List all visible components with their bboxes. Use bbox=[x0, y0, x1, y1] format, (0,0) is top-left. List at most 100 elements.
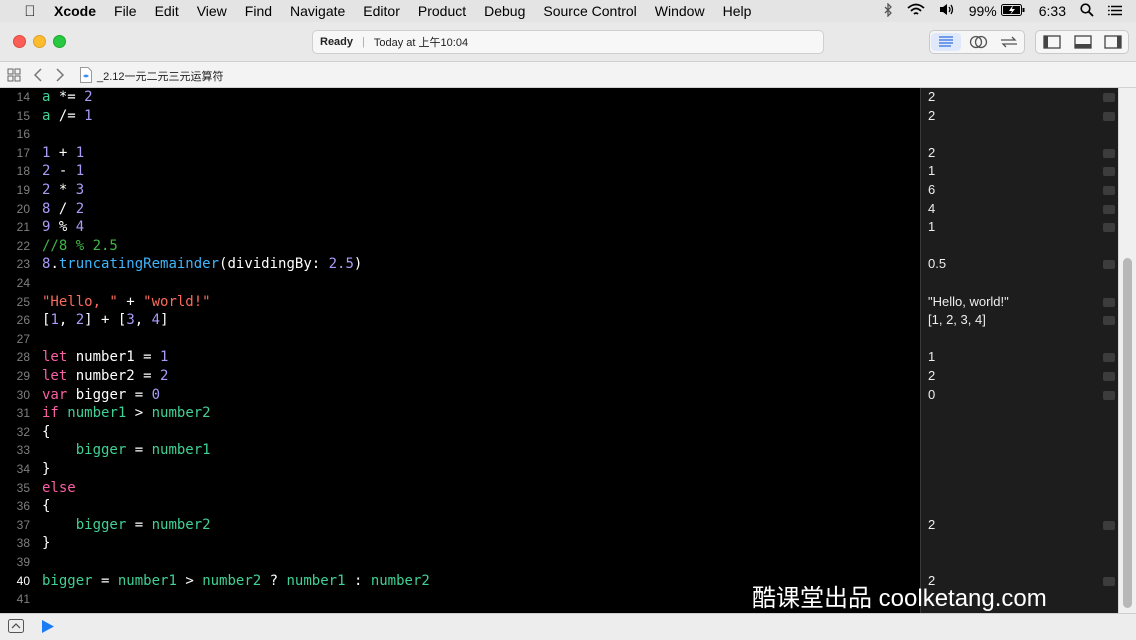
battery-icon[interactable] bbox=[1000, 3, 1025, 19]
debug-area-icon[interactable] bbox=[1068, 33, 1098, 51]
menu-navigate[interactable]: Navigate bbox=[290, 3, 345, 19]
wifi-icon[interactable] bbox=[907, 3, 925, 19]
close-window-button[interactable] bbox=[13, 35, 26, 48]
code-line[interactable]: 32 { bbox=[0, 423, 920, 441]
editor-scrollbar[interactable] bbox=[1118, 88, 1136, 613]
menu-product[interactable]: Product bbox=[418, 3, 466, 19]
scrollbar-thumb[interactable] bbox=[1123, 258, 1132, 608]
code-line[interactable]: 35 else bbox=[0, 479, 920, 497]
token-identifier: number2 bbox=[151, 516, 211, 533]
quick-look-button[interactable] bbox=[1103, 297, 1115, 307]
result-value: 1 bbox=[928, 163, 936, 179]
back-chevron-icon[interactable] bbox=[33, 68, 43, 85]
code-line[interactable]: 14 a *= 2 bbox=[0, 88, 920, 106]
menu-app-name[interactable]: Xcode bbox=[54, 3, 96, 19]
menu-file[interactable]: File bbox=[114, 3, 137, 19]
menu-source-control[interactable]: Source Control bbox=[543, 3, 636, 19]
panel-segmented-control bbox=[1035, 30, 1129, 54]
quick-look-button[interactable] bbox=[1103, 111, 1115, 121]
token-number: 3 bbox=[126, 312, 135, 329]
code-line[interactable]: 34} bbox=[0, 460, 920, 478]
line-number: 28 bbox=[16, 350, 30, 365]
quick-look-button[interactable] bbox=[1103, 520, 1115, 530]
code-line[interactable]: 39 bbox=[0, 553, 920, 571]
code-line[interactable]: 23 8.truncatingRemainder(dividingBy: 2.5) bbox=[0, 255, 920, 273]
code-text: let number2 = 2 bbox=[42, 367, 168, 385]
menu-editor[interactable]: Editor bbox=[363, 3, 400, 19]
search-icon[interactable] bbox=[1080, 2, 1094, 20]
line-number: 25 bbox=[16, 294, 30, 309]
token-plain: *= bbox=[50, 89, 85, 105]
menu-window[interactable]: Window bbox=[655, 3, 705, 19]
version-editor-icon[interactable] bbox=[994, 33, 1024, 51]
token-comment: //8 % 2.5 bbox=[42, 237, 118, 254]
code-line[interactable]: 17 1 + 1 bbox=[0, 144, 920, 162]
quick-look-button[interactable] bbox=[1103, 390, 1115, 400]
bluetooth-icon[interactable] bbox=[883, 1, 893, 20]
quick-look-button[interactable] bbox=[1103, 186, 1115, 195]
quick-look-button[interactable] bbox=[1103, 260, 1115, 270]
minimize-window-button[interactable] bbox=[33, 35, 46, 48]
zoom-window-button[interactable] bbox=[53, 35, 66, 48]
code-line[interactable]: 30 var bigger = 0 bbox=[0, 386, 920, 404]
code-line[interactable]: 20 8 / 2 bbox=[0, 200, 920, 218]
code-line[interactable]: 21 9 % 4 bbox=[0, 218, 920, 236]
assistant-editor-icon[interactable] bbox=[963, 33, 993, 51]
quick-look-button[interactable] bbox=[1103, 372, 1115, 381]
code-line[interactable]: 25 "Hello, " + "world!" bbox=[0, 293, 920, 311]
breadcrumb-file[interactable]: _2.12一元二元三元运算符 bbox=[97, 68, 224, 84]
token-plain: ? bbox=[261, 572, 287, 589]
token-number: 1 bbox=[75, 144, 85, 161]
code-line[interactable]: 31 if number1 > number2 bbox=[0, 404, 920, 422]
code-line[interactable]: 28 let number1 = 1 bbox=[0, 348, 920, 366]
menu-debug[interactable]: Debug bbox=[484, 3, 525, 19]
utilities-panel-icon[interactable] bbox=[1098, 33, 1128, 51]
quick-look-button[interactable] bbox=[1103, 316, 1115, 326]
window-toolbar: Ready | Today at 上午10:04 bbox=[0, 22, 1136, 62]
token-plain: * bbox=[50, 182, 76, 198]
code-line[interactable]: 22 //8 % 2.5 bbox=[0, 237, 920, 255]
code-line[interactable]: 37 bigger = number2 bbox=[0, 516, 920, 534]
menu-find[interactable]: Find bbox=[245, 3, 272, 19]
source-editor[interactable]: 14 a *= 2 15 a /= 1 16 17 1 + 1 18 2 - 1 19 2 * 32… bbox=[0, 88, 920, 613]
quick-look-button[interactable] bbox=[1103, 576, 1115, 586]
menu-edit[interactable]: Edit bbox=[155, 3, 179, 19]
code-line[interactable]: 15 a /= 1 bbox=[0, 107, 920, 125]
quick-look-button[interactable] bbox=[1103, 353, 1115, 363]
line-number: 27 bbox=[16, 331, 30, 346]
token-identifier: number1 bbox=[286, 572, 346, 589]
code-line[interactable]: 26 [1, 2] + [3, 4] bbox=[0, 311, 920, 329]
menu-view[interactable]: View bbox=[197, 3, 227, 19]
forward-chevron-icon[interactable] bbox=[55, 68, 65, 85]
code-line[interactable]: 24 bbox=[0, 274, 920, 292]
token-plain: + bbox=[117, 293, 144, 310]
navigator-panel-icon[interactable] bbox=[1037, 33, 1067, 51]
quick-look-button[interactable] bbox=[1103, 204, 1115, 214]
quick-look-button[interactable] bbox=[1103, 223, 1115, 233]
code-line[interactable]: 27 bbox=[0, 330, 920, 348]
code-line[interactable]: 29 let number2 = 2 bbox=[0, 367, 920, 385]
code-line[interactable]: 33 bigger = number1 bbox=[0, 441, 920, 459]
token-plain: ] + [ bbox=[84, 312, 127, 329]
volume-icon[interactable] bbox=[939, 3, 955, 19]
notification-center-icon[interactable] bbox=[1108, 3, 1122, 19]
quick-look-button[interactable] bbox=[1103, 93, 1115, 102]
code-line[interactable]: 16 bbox=[0, 125, 920, 143]
code-line[interactable]: 38} bbox=[0, 534, 920, 552]
code-line[interactable]: 19 2 * 3 bbox=[0, 181, 920, 199]
code-line[interactable]: 36 { bbox=[0, 497, 920, 515]
line-number: 23 bbox=[16, 257, 30, 272]
quick-look-button[interactable] bbox=[1103, 167, 1115, 177]
code-text: "Hello, " + "world!" bbox=[42, 293, 211, 311]
clock[interactable]: 6:33 bbox=[1039, 3, 1066, 19]
toggle-debug-area-icon[interactable] bbox=[8, 619, 24, 638]
token-plain: number1 = bbox=[67, 349, 161, 366]
apple-icon[interactable]:  bbox=[20, 3, 40, 20]
run-playground-icon[interactable] bbox=[41, 619, 55, 639]
standard-editor-icon[interactable] bbox=[931, 33, 961, 51]
related-items-icon[interactable] bbox=[7, 68, 21, 85]
quick-look-button[interactable] bbox=[1103, 148, 1115, 158]
menu-help[interactable]: Help bbox=[723, 3, 752, 19]
code-line[interactable]: 18 2 - 1 bbox=[0, 162, 920, 180]
token-plain: + bbox=[50, 144, 76, 161]
